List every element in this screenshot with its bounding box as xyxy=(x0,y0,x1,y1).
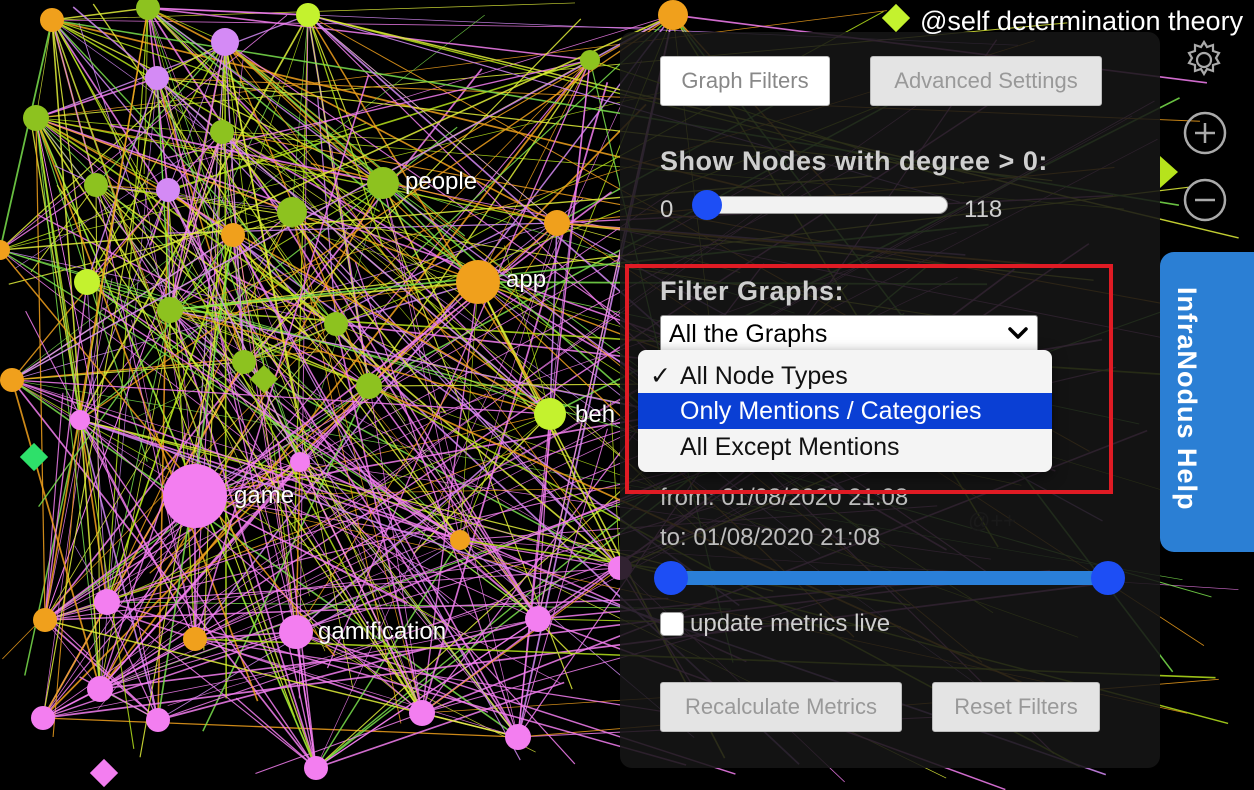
help-tab-label: InfraNodus Help xyxy=(1172,287,1202,511)
node-label-gamification[interactable]: gamification xyxy=(318,618,446,646)
degree-min-value: 0 xyxy=(660,196,674,223)
graph-node[interactable] xyxy=(211,28,239,56)
graph-edge xyxy=(298,14,309,699)
graph-filters-tab-button[interactable]: Graph Filters xyxy=(660,56,830,106)
graph-node[interactable] xyxy=(23,105,49,131)
degree-filter-title: Show Nodes with degree > 0: xyxy=(660,146,1048,176)
graph-node[interactable] xyxy=(145,66,169,90)
update-metrics-label: update metrics live xyxy=(690,610,891,637)
graph-mention-node[interactable] xyxy=(881,3,911,33)
graph-node[interactable] xyxy=(94,589,120,615)
recalculate-metrics-button[interactable]: Recalculate Metrics xyxy=(660,682,902,732)
graph-node[interactable] xyxy=(163,464,227,528)
graph-node[interactable] xyxy=(87,676,113,702)
graph-mention-node[interactable] xyxy=(89,758,119,788)
node-label-beh[interactable]: beh xyxy=(575,401,615,429)
graph-node[interactable] xyxy=(279,615,313,649)
graph-node[interactable] xyxy=(544,210,570,236)
graph-node[interactable] xyxy=(157,297,183,323)
gear-icon[interactable] xyxy=(1180,36,1228,89)
graph-node[interactable] xyxy=(40,8,64,32)
graph-node[interactable] xyxy=(210,120,234,144)
graph-node[interactable] xyxy=(290,452,310,472)
degree-slider-thumb[interactable] xyxy=(692,190,722,220)
graph-node[interactable] xyxy=(232,350,256,374)
zoom-in-icon[interactable] xyxy=(1182,110,1228,161)
graph-node[interactable] xyxy=(221,223,245,247)
graph-node[interactable] xyxy=(658,0,688,30)
graph-node[interactable] xyxy=(324,312,348,336)
graph-node[interactable] xyxy=(183,627,207,651)
zoom-out-icon[interactable] xyxy=(1182,177,1228,228)
graph-node[interactable] xyxy=(84,173,108,197)
time-range-end-thumb[interactable] xyxy=(1091,561,1125,595)
graph-node[interactable] xyxy=(296,3,320,27)
time-range-to: to: 01/08/2020 21:08 xyxy=(660,524,881,551)
graph-node[interactable] xyxy=(146,708,170,732)
degree-slider-track[interactable] xyxy=(698,196,948,214)
time-range-slider-track[interactable] xyxy=(672,571,1108,585)
node-label-app[interactable]: app xyxy=(506,266,546,294)
graph-node[interactable] xyxy=(33,608,57,632)
time-range-start-thumb[interactable] xyxy=(654,561,688,595)
top-node-label[interactable]: @self determination theory xyxy=(920,6,1243,37)
graph-node[interactable] xyxy=(456,260,500,304)
graph-node[interactable] xyxy=(580,50,600,70)
graph-node[interactable] xyxy=(409,700,435,726)
graph-node[interactable] xyxy=(31,706,55,730)
degree-max-value: 118 xyxy=(964,196,1003,223)
graph-edge xyxy=(42,717,519,738)
graph-node[interactable] xyxy=(0,368,24,392)
reset-filters-button[interactable]: Reset Filters xyxy=(932,682,1100,732)
graph-node[interactable] xyxy=(525,606,551,632)
node-label-game[interactable]: game xyxy=(234,482,294,510)
graph-mention-node[interactable] xyxy=(19,442,49,472)
collapse-panel-icon[interactable] xyxy=(1160,156,1182,193)
advanced-settings-tab-button[interactable]: Advanced Settings xyxy=(870,56,1102,106)
graph-node[interactable] xyxy=(505,724,531,750)
graph-node[interactable] xyxy=(367,167,399,199)
graph-node[interactable] xyxy=(70,410,90,430)
graph-node[interactable] xyxy=(156,178,180,202)
node-label-people[interactable]: people xyxy=(405,168,477,196)
graph-node[interactable] xyxy=(534,398,566,430)
graph-node[interactable] xyxy=(304,756,328,780)
graph-edge xyxy=(35,117,46,621)
graph-node[interactable] xyxy=(277,197,307,227)
update-metrics-checkbox[interactable] xyxy=(660,612,684,636)
graph-edge xyxy=(35,19,53,119)
graph-node[interactable] xyxy=(450,530,470,550)
graph-edge xyxy=(44,191,613,621)
graph-node[interactable] xyxy=(74,269,100,295)
graph-node[interactable] xyxy=(356,373,382,399)
annotation-highlight-box xyxy=(625,264,1113,494)
